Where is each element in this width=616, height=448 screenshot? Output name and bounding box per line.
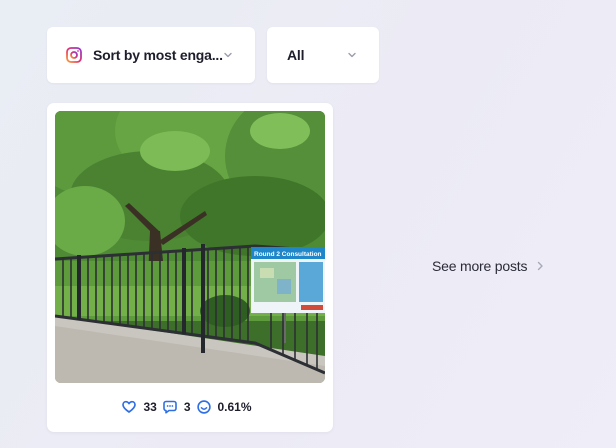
engagement-rate: 0.61% [217, 400, 252, 414]
see-more-posts-link[interactable]: See more posts [432, 258, 544, 274]
comment-icon [163, 400, 177, 414]
chevron-down-icon [348, 52, 356, 58]
instagram-icon [66, 47, 82, 63]
likes-stat: 33 [122, 400, 157, 414]
post-photo-illustration: Round 2 Consultation [55, 111, 325, 383]
engagement-stat: 0.61% [196, 400, 252, 414]
comments-stat: 3 [163, 400, 191, 414]
post-card[interactable]: Round 2 Consultation 33 3 0.61% [47, 103, 333, 432]
sign-title: Round 2 Consultation [254, 251, 322, 258]
post-stats: 33 3 0.61% [47, 395, 333, 419]
sort-dropdown[interactable]: Sort by most enga... [47, 27, 255, 83]
likes-count: 33 [143, 400, 157, 414]
chevron-right-icon [538, 261, 543, 271]
see-more-label: See more posts [432, 258, 528, 274]
smiley-icon [196, 400, 211, 414]
post-image[interactable]: Round 2 Consultation [55, 111, 325, 383]
chevron-down-icon [224, 52, 232, 58]
sort-dropdown-label: Sort by most enga... [93, 47, 223, 63]
heart-icon [122, 400, 137, 413]
filter-dropdown-label: All [287, 47, 305, 63]
comments-count: 3 [183, 400, 191, 414]
filter-dropdown[interactable]: All [267, 27, 379, 83]
